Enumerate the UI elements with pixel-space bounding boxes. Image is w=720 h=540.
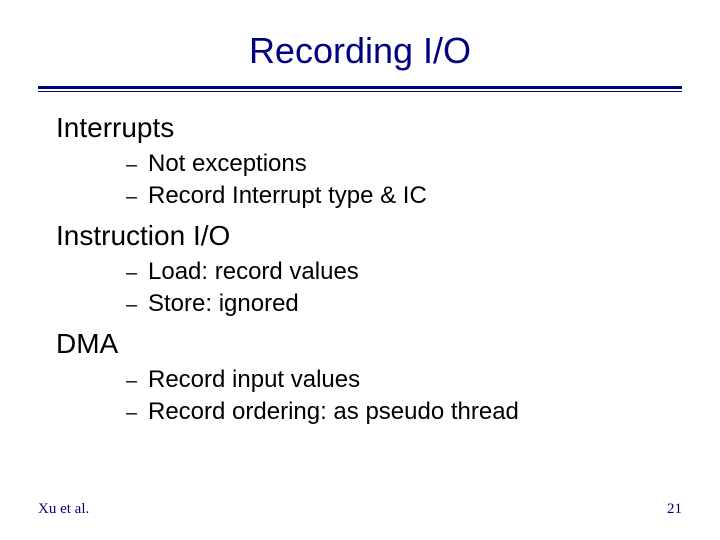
dash-icon: – bbox=[126, 370, 148, 393]
section-heading: Interrupts bbox=[56, 112, 664, 144]
list-item: – Record Interrupt type & IC bbox=[126, 182, 664, 210]
list-item-text: Record input values bbox=[148, 366, 360, 394]
list-item-text: Load: record values bbox=[148, 258, 359, 286]
list-item-text: Record ordering: as pseudo thread bbox=[148, 398, 519, 426]
dash-icon: – bbox=[126, 402, 148, 425]
list-item: – Not exceptions bbox=[126, 150, 664, 178]
list-item-text: Record Interrupt type & IC bbox=[148, 182, 427, 210]
section-heading: Instruction I/O bbox=[56, 220, 664, 252]
dash-icon: – bbox=[126, 294, 148, 317]
list-item: – Record ordering: as pseudo thread bbox=[126, 398, 664, 426]
list-item-text: Store: ignored bbox=[148, 290, 299, 318]
list-item: – Store: ignored bbox=[126, 290, 664, 318]
title-rule bbox=[38, 86, 682, 92]
list-item-text: Not exceptions bbox=[148, 150, 307, 178]
section-heading: DMA bbox=[56, 328, 664, 360]
slide: Recording I/O Interrupts – Not exception… bbox=[0, 0, 720, 540]
dash-icon: – bbox=[126, 262, 148, 285]
slide-title: Recording I/O bbox=[0, 30, 720, 72]
list-item: – Record input values bbox=[126, 366, 664, 394]
list-item: – Load: record values bbox=[126, 258, 664, 286]
content-area: Interrupts – Not exceptions – Record Int… bbox=[56, 112, 664, 430]
dash-icon: – bbox=[126, 186, 148, 209]
footer-author: Xu et al. bbox=[38, 501, 89, 518]
footer-page-number: 21 bbox=[667, 501, 682, 518]
dash-icon: – bbox=[126, 154, 148, 177]
